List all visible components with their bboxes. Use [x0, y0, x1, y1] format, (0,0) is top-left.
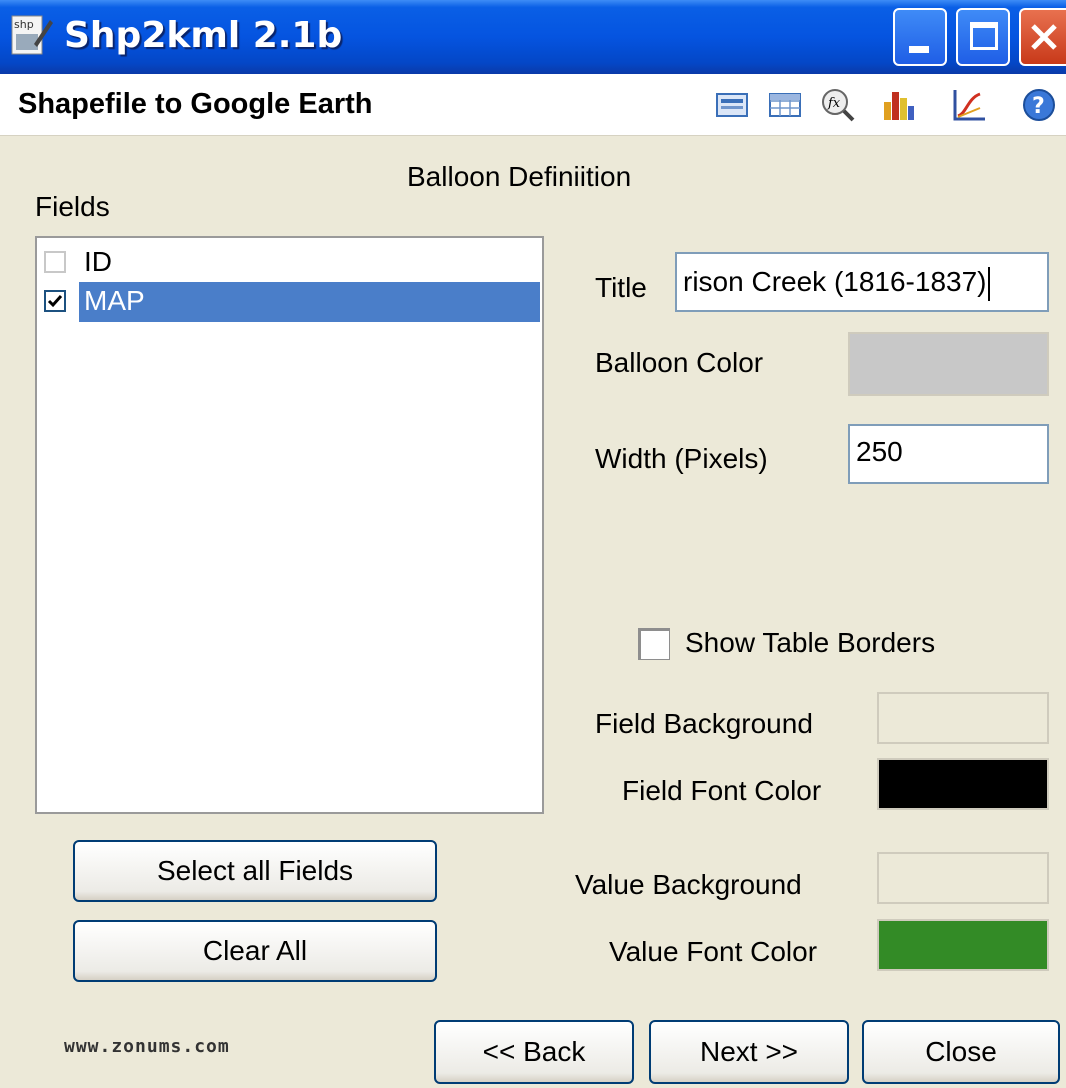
title-label: Title — [595, 272, 647, 303]
close-button[interactable]: Close — [862, 1020, 1060, 1084]
function-zoom-icon[interactable]: fx — [819, 86, 857, 124]
field-item-map-selected[interactable] — [79, 282, 540, 322]
svg-text:fx: fx — [827, 96, 841, 111]
next-button[interactable]: Next >> — [649, 1020, 849, 1084]
maximize-icon — [970, 22, 998, 50]
field-item-id[interactable]: ID — [84, 245, 112, 279]
svg-text:?: ? — [1032, 94, 1045, 119]
field-font-color-label: Field Font Color — [622, 775, 822, 806]
checkmark-icon — [47, 295, 63, 308]
list-view-icon[interactable] — [713, 86, 751, 124]
balloon-color-label: Balloon Color — [595, 347, 764, 378]
field-item-map[interactable]: MAP — [84, 284, 145, 318]
bar-chart-icon[interactable] — [880, 86, 918, 124]
title-input-value: rison Creek (1816-1837) — [683, 266, 987, 297]
title-input[interactable]: rison Creek (1816-1837) — [675, 252, 1049, 312]
minimize-icon — [909, 46, 929, 53]
field-background-swatch[interactable] — [877, 692, 1049, 744]
field-font-color-swatch[interactable] — [877, 758, 1049, 810]
window-title: Shp2kml 2.1b — [64, 15, 343, 56]
close-icon — [1031, 24, 1057, 50]
show-table-borders-checkbox[interactable] — [638, 628, 670, 660]
width-input[interactable]: 250 — [848, 424, 1049, 484]
width-label: Width (Pixels) — [595, 443, 768, 474]
minimize-button[interactable] — [893, 8, 947, 66]
balloon-color-swatch[interactable] — [848, 332, 1049, 396]
help-icon[interactable]: ? — [1020, 86, 1058, 124]
fields-label: Fields — [35, 191, 110, 222]
subheader-title: Shapefile to Google Earth — [18, 88, 373, 120]
field-background-label: Field Background — [595, 708, 813, 739]
field-checkbox-map[interactable] — [44, 290, 66, 312]
value-font-color-swatch[interactable] — [877, 919, 1049, 971]
back-button[interactable]: << Back — [434, 1020, 634, 1084]
close-window-button[interactable] — [1019, 8, 1066, 66]
field-checkbox-id[interactable] — [44, 251, 66, 273]
maximize-button[interactable] — [956, 8, 1010, 66]
value-font-color-label: Value Font Color — [609, 936, 818, 967]
select-all-fields-button[interactable]: Select all Fields — [73, 840, 437, 902]
fields-listbox[interactable] — [35, 236, 544, 814]
svg-text:shp: shp — [14, 18, 34, 31]
clear-all-button[interactable]: Clear All — [73, 920, 437, 982]
text-cursor — [987, 266, 990, 301]
app-icon: shp — [10, 14, 54, 58]
value-background-swatch[interactable] — [877, 852, 1049, 904]
show-table-borders-label[interactable]: Show Table Borders — [685, 626, 935, 660]
table-icon[interactable] — [766, 86, 804, 124]
value-background-label: Value Background — [575, 869, 802, 900]
balloon-definition-heading: Balloon Definiition — [407, 161, 632, 192]
website-logo: www.zonums.com — [64, 1036, 230, 1057]
line-chart-icon[interactable] — [950, 86, 988, 124]
